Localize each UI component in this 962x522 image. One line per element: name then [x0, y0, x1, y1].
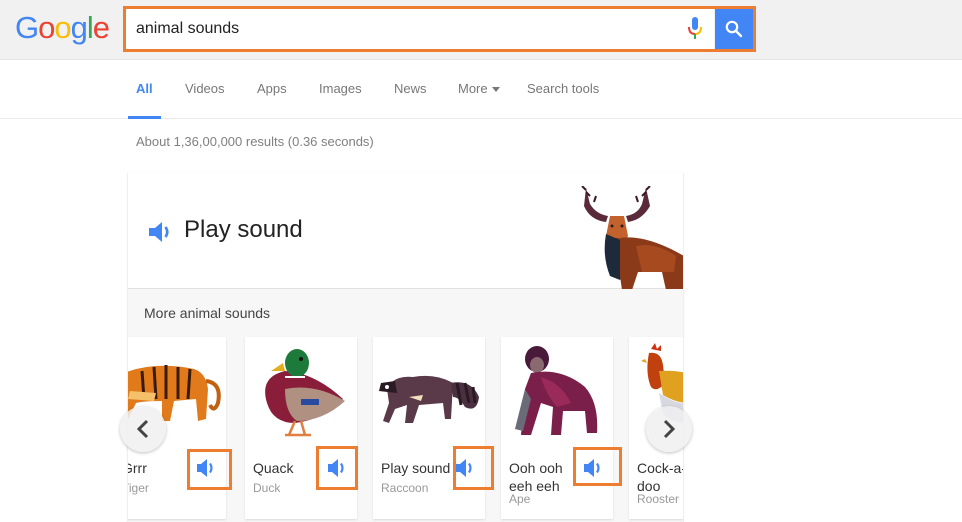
search-button[interactable] [715, 9, 753, 49]
chevron-left-icon [136, 419, 149, 439]
speaker-highlight-box [316, 446, 358, 490]
speaker-highlight-box [453, 446, 494, 490]
sound-text: Cock-a-doodle-doo [637, 460, 683, 494]
logo-letter: o [38, 10, 55, 45]
search-icon [725, 20, 743, 38]
logo-letter: g [70, 10, 88, 45]
search-box [126, 9, 714, 49]
speaker-highlight-box [573, 447, 622, 486]
animal-name: Rooster [637, 492, 680, 506]
result-stats: About 1,36,00,000 results (0.36 seconds) [136, 134, 374, 149]
animal-name: Duck [253, 481, 281, 495]
tab-videos[interactable]: Videos [185, 81, 225, 96]
search-tabs: All Videos Apps Images News More Search … [0, 60, 962, 119]
caret-down-icon [491, 87, 500, 93]
animal-name: Tiger [128, 481, 149, 495]
search-input[interactable] [136, 9, 676, 49]
sound-tile-ape[interactable]: Ooh ooh eeh eeh Ape [501, 337, 613, 519]
sound-text: Play sound [381, 460, 451, 476]
animal-name: Raccoon [381, 481, 429, 495]
logo-letter: G [15, 10, 39, 45]
header: Google [0, 0, 962, 60]
raccoon-image [379, 375, 479, 423]
animal-name: Ape [509, 492, 531, 506]
speaker-highlight-box [187, 449, 232, 490]
carousel-prev-button[interactable] [120, 406, 166, 452]
logo-letter: o [54, 10, 71, 45]
active-tab-indicator [128, 116, 161, 119]
chevron-right-icon [663, 419, 676, 439]
carousel-next-button[interactable] [646, 406, 692, 452]
sound-tile-raccoon[interactable]: Play sound Raccoon [373, 337, 485, 519]
duck-image [265, 349, 345, 437]
tab-apps[interactable]: Apps [257, 81, 287, 96]
tab-more[interactable]: More [458, 81, 500, 96]
tab-all[interactable]: All [136, 81, 153, 96]
logo-letter: e [92, 10, 110, 45]
sound-tile-duck[interactable]: Quack Duck [245, 337, 357, 519]
tab-search-tools[interactable]: Search tools [527, 81, 599, 96]
tab-news[interactable]: News [394, 81, 427, 96]
google-logo[interactable]: Google [15, 10, 110, 46]
tab-images[interactable]: Images [319, 81, 362, 96]
tab-more-label: More [458, 81, 488, 96]
ape-image [515, 346, 598, 435]
microphone-icon[interactable] [688, 17, 702, 41]
